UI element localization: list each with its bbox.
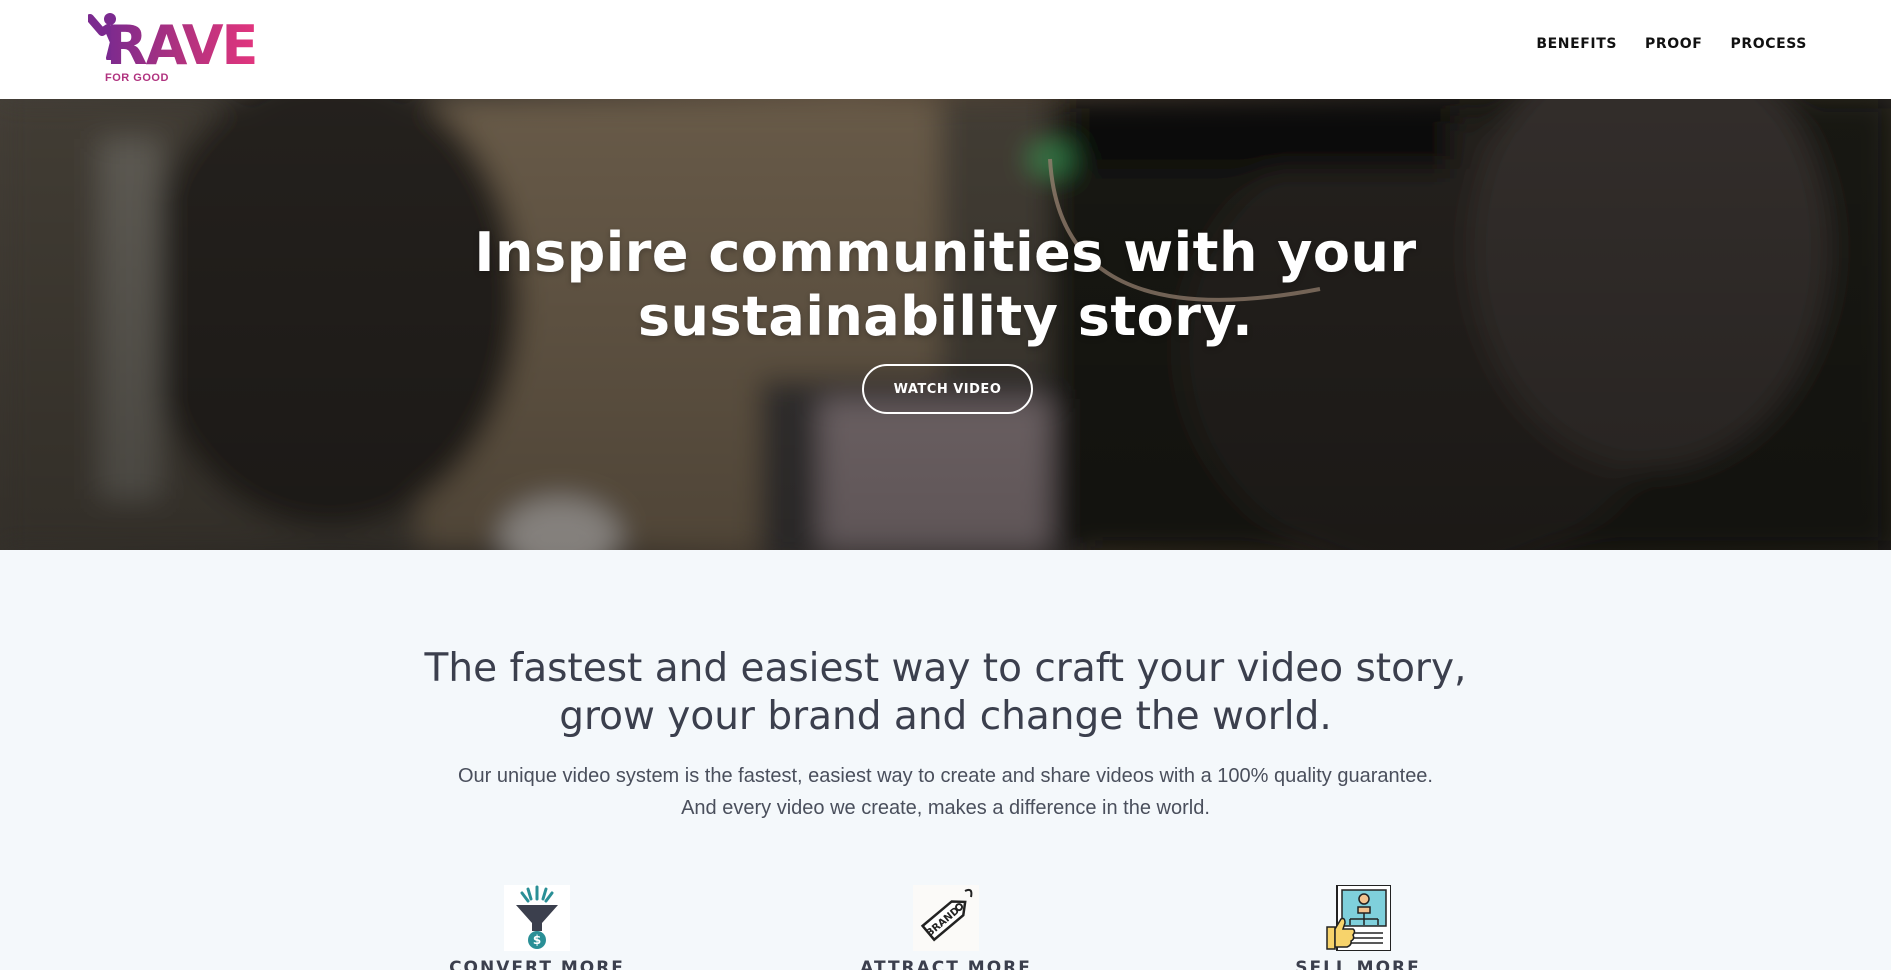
rave-logo[interactable]: RAVE FOR GOOD — [88, 12, 258, 86]
section-heading-line-1: The fastest and easiest way to craft you… — [424, 646, 1467, 691]
hero-title: Inspire communities with your sustainabi… — [0, 221, 1891, 349]
main-nav: BENEFITS PROOF PROCESS — [1536, 36, 1807, 52]
section-heading: The fastest and easiest way to craft you… — [0, 645, 1891, 741]
thumbs-up-review-icon — [1326, 885, 1391, 951]
logo-wordmark: RAVE — [106, 14, 258, 77]
brand-tag-icon: BRAND — [913, 885, 979, 951]
logo-tagline: FOR GOOD — [105, 72, 169, 84]
feature-label: SELL MORE — [1295, 958, 1421, 970]
section-heading-line-2: grow your brand and change the world. — [559, 694, 1332, 739]
feature-label: ATTRACT MORE — [860, 958, 1032, 970]
hero-title-line-2: sustainability story. — [637, 285, 1254, 348]
section-description-line-2: And every video we create, makes a diffe… — [681, 797, 1210, 819]
funnel-dollar-icon: $ — [504, 885, 570, 951]
feature-label: CONVERT MORE — [449, 958, 625, 970]
svg-text:$: $ — [533, 933, 541, 947]
hero-title-line-1: Inspire communities with your — [474, 221, 1417, 284]
section-description: Our unique video system is the fastest, … — [0, 760, 1891, 824]
watch-video-button[interactable]: WATCH VIDEO — [862, 364, 1033, 414]
nav-benefits[interactable]: BENEFITS — [1536, 36, 1617, 52]
site-header: RAVE FOR GOOD BENEFITS PROOF PROCESS — [0, 0, 1891, 99]
hero-banner: Inspire communities with your sustainabi… — [0, 99, 1891, 550]
section-description-line-1: Our unique video system is the fastest, … — [458, 765, 1433, 787]
nav-process[interactable]: PROCESS — [1730, 36, 1807, 52]
nav-proof[interactable]: PROOF — [1645, 36, 1702, 52]
